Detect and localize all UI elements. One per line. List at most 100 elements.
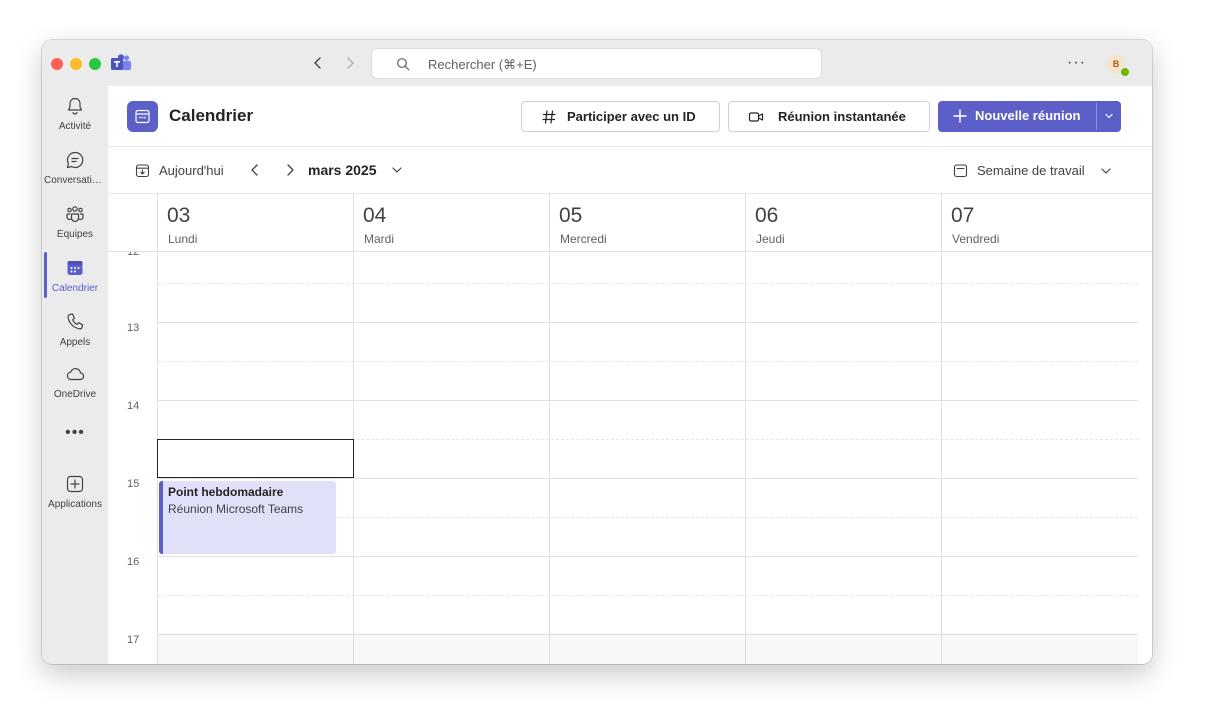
month-picker[interactable]: mars 2025 — [308, 162, 377, 178]
today-calendar-icon[interactable] — [135, 163, 150, 178]
hour-label: 17 — [127, 634, 140, 646]
day-column-line — [549, 252, 550, 664]
title-bar: Rechercher (⌘+E) ··· B — [42, 40, 1152, 86]
more-apps-icon[interactable]: ••• — [42, 424, 108, 442]
day-header[interactable]: 06 Jeudi — [745, 194, 941, 252]
rail-item-label: OneDrive — [53, 389, 97, 400]
search-icon — [397, 58, 410, 71]
day-headers: 03 Lundi 04 Mardi 05 Mercredi 06 Jeudi 0… — [108, 194, 1152, 252]
phone-icon — [67, 313, 84, 330]
app-rail: Activité Conversations Équipes Calendrie… — [42, 86, 108, 664]
bell-icon — [67, 97, 83, 115]
day-name: Mercredi — [560, 232, 607, 246]
rail-item-appels[interactable]: Appels — [42, 312, 108, 362]
rail-item-applications[interactable]: Applications — [42, 474, 108, 524]
join-with-id-label: Participer avec un ID — [567, 109, 696, 124]
day-column-line — [745, 252, 746, 664]
today-button[interactable]: Aujourd'hui — [159, 163, 224, 178]
chevron-down-icon[interactable] — [390, 163, 404, 177]
plus-icon — [953, 109, 967, 123]
teams-icon — [66, 206, 84, 223]
day-header[interactable]: 04 Mardi — [353, 194, 549, 252]
day-header[interactable]: 07 Vendredi — [941, 194, 1137, 252]
teams-logo-icon — [111, 54, 131, 70]
day-number: 07 — [951, 204, 975, 227]
event-subtitle: Réunion Microsoft Teams — [168, 502, 304, 516]
teams-window: Rechercher (⌘+E) ··· B Activité Conversa… — [42, 40, 1152, 664]
page-title: Calendrier — [169, 106, 254, 125]
rail-item-label: Appels — [59, 337, 91, 348]
day-name: Lundi — [168, 232, 198, 246]
calendar-main: Calendrier Participer avec un ID Réunion… — [108, 86, 1152, 664]
hour-line — [157, 634, 1138, 635]
search-input[interactable]: Rechercher (⌘+E) — [371, 48, 822, 79]
new-meeting-button[interactable]: Nouvelle réunion — [938, 101, 1121, 132]
hour-line — [157, 556, 1138, 557]
zoom-window-button[interactable] — [89, 58, 101, 70]
join-with-id-button[interactable]: Participer avec un ID — [521, 101, 720, 132]
rail-item-label: Calendrier — [51, 283, 99, 294]
hour-label: 15 — [127, 478, 140, 490]
hour-label: 16 — [127, 556, 140, 568]
day-number: 03 — [167, 204, 191, 227]
rail-item-equipes[interactable]: Équipes — [42, 204, 108, 254]
add-apps-icon — [66, 475, 84, 493]
hour-label: 14 — [127, 400, 140, 412]
rail-item-calendrier[interactable]: Calendrier — [42, 258, 108, 308]
hour-label: 12 — [127, 252, 140, 258]
next-week-icon[interactable] — [282, 162, 298, 178]
close-window-button[interactable] — [51, 58, 63, 70]
off-hours-region — [157, 633, 1138, 664]
day-name: Jeudi — [756, 232, 785, 246]
previous-week-icon[interactable] — [247, 162, 263, 178]
hour-line — [157, 478, 1138, 479]
calendar-icon — [67, 261, 83, 275]
rail-item-label: Conversations — [44, 175, 108, 186]
day-header[interactable]: 05 Mercredi — [549, 194, 745, 252]
calendar-toolbar: Aujourd'hui mars 2025 Semaine de travail — [108, 147, 1152, 194]
split-divider — [1096, 103, 1097, 130]
day-number: 06 — [755, 204, 779, 227]
new-meeting-label: Nouvelle réunion — [975, 108, 1081, 123]
selected-time-slot[interactable] — [157, 439, 354, 478]
minimize-window-button[interactable] — [70, 58, 82, 70]
rail-item-activite[interactable]: Activité — [42, 96, 108, 146]
search-placeholder: Rechercher (⌘+E) — [428, 57, 537, 72]
hour-line — [157, 400, 1138, 401]
more-options-icon[interactable]: ··· — [1067, 54, 1086, 72]
event-title: Point hebdomadaire — [168, 485, 284, 499]
half-hour-line — [157, 283, 1138, 284]
chevron-down-icon[interactable] — [1099, 164, 1113, 178]
video-camera-icon — [748, 112, 764, 122]
presence-available-icon — [1120, 67, 1130, 77]
rail-item-onedrive[interactable]: OneDrive — [42, 364, 108, 414]
chevron-down-icon[interactable] — [1102, 109, 1116, 123]
day-name: Mardi — [364, 232, 395, 246]
calendar-app-icon — [127, 101, 158, 132]
back-arrow-icon[interactable] — [309, 54, 327, 72]
day-number: 05 — [559, 204, 583, 227]
rail-item-conversations[interactable]: Conversations — [42, 150, 108, 200]
hour-label: 13 — [127, 322, 140, 334]
day-header[interactable]: 03 Lundi — [157, 194, 353, 252]
calendar-header: Calendrier Participer avec un ID Réunion… — [108, 86, 1152, 147]
time-grid[interactable]: 12 13 14 15 16 17 Point hebdomadaire Réu… — [108, 252, 1152, 664]
half-hour-line — [157, 595, 1138, 596]
day-name: Vendredi — [952, 232, 1000, 246]
rail-item-label: Équipes — [56, 229, 94, 240]
day-number: 04 — [363, 204, 387, 227]
chat-icon — [66, 151, 84, 169]
hour-line — [157, 322, 1138, 323]
cloud-icon — [66, 367, 85, 381]
rail-item-label: Activité — [58, 121, 92, 132]
calendar-event[interactable]: Point hebdomadaire Réunion Microsoft Tea… — [159, 481, 336, 554]
view-switcher[interactable]: Semaine de travail — [977, 163, 1085, 178]
day-column-line — [941, 252, 942, 664]
hashtag-icon — [542, 110, 556, 124]
instant-meeting-button[interactable]: Réunion instantanée — [728, 101, 930, 132]
half-hour-line — [157, 361, 1138, 362]
calendar-icon — [135, 109, 150, 124]
rail-item-label: Applications — [48, 499, 102, 510]
forward-arrow-icon[interactable] — [341, 54, 359, 72]
work-week-view-icon — [953, 164, 968, 178]
